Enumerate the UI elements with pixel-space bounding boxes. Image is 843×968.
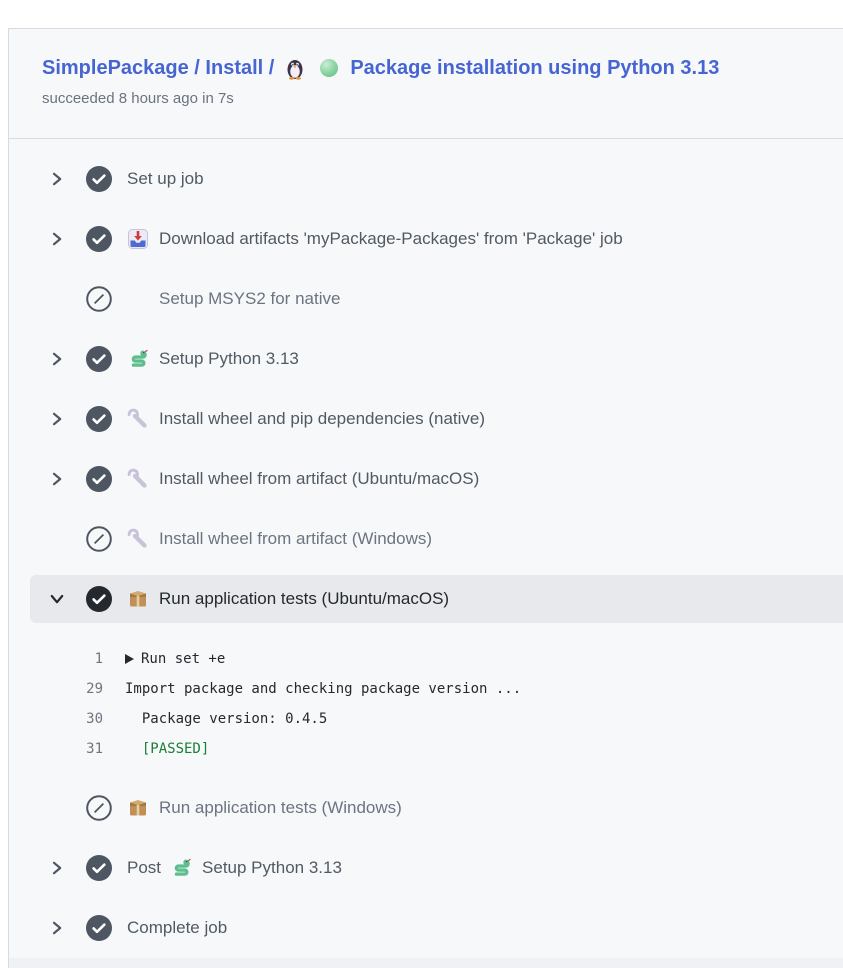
panel-footer: [9, 958, 843, 968]
step-label: Run application tests (Windows): [159, 798, 402, 818]
step-post-setup-python[interactable]: Post Setup Python 3.13: [30, 838, 843, 898]
step-run-app-tests-windows: Run application tests (Windows): [30, 778, 843, 838]
step-label: Install wheel and pip dependencies (nati…: [159, 409, 485, 429]
log-text: Import package and checking package vers…: [125, 681, 521, 697]
chevron-right-icon[interactable]: [48, 350, 66, 368]
penguin-icon: [283, 56, 307, 80]
step-complete-job[interactable]: Complete job: [30, 898, 843, 958]
skipped-circle-icon: [86, 526, 112, 552]
step-label: Setup Python 3.13: [159, 349, 299, 369]
step-install-wheel-artifact-windows: Install wheel from artifact (Windows): [30, 509, 843, 569]
page-title: Package installation using Python 3.13: [350, 54, 719, 82]
job-log-panel: SimplePackage / Install / Package instal…: [8, 28, 843, 968]
step-label: Set up job: [127, 169, 204, 189]
chevron-right-icon[interactable]: [48, 859, 66, 877]
log-text: Package version: 0.4.5: [125, 711, 327, 727]
blue-square-icon: [127, 288, 149, 310]
step-setup-msys2: Setup MSYS2 for native: [30, 269, 843, 329]
step-label: Install wheel from artifact (Ubuntu/macO…: [159, 469, 479, 489]
step-label: Download artifacts 'myPackage-Packages' …: [159, 229, 623, 249]
check-circle-icon: [86, 466, 112, 492]
run-triangle-icon[interactable]: [125, 654, 134, 664]
check-circle-icon: [86, 346, 112, 372]
steps-list: Set up job Download artifacts 'myPackage…: [9, 139, 843, 958]
step-label: Install wheel from artifact (Windows): [159, 529, 432, 549]
chevron-placeholder: [48, 290, 66, 308]
log-line: 30 Package version: 0.4.5: [9, 704, 843, 734]
log-line-number[interactable]: 1: [9, 651, 103, 667]
step-label-prefix: Post: [127, 858, 161, 878]
log-line: 1 Run set +e: [9, 644, 843, 674]
check-circle-icon: [86, 166, 112, 192]
check-circle-icon: [86, 406, 112, 432]
step-label: Setup MSYS2 for native: [159, 289, 340, 309]
breadcrumb[interactable]: SimplePackage / Install /: [42, 54, 274, 82]
step-install-wheel-artifact-unix[interactable]: Install wheel from artifact (Ubuntu/macO…: [30, 449, 843, 509]
chevron-right-icon[interactable]: [48, 170, 66, 188]
job-header: SimplePackage / Install / Package instal…: [9, 29, 843, 139]
python-snake-icon: [127, 348, 149, 370]
step-setup-python[interactable]: Setup Python 3.13: [30, 329, 843, 389]
log-text: Run set +e: [141, 651, 225, 667]
chevron-right-icon[interactable]: [48, 470, 66, 488]
skipped-circle-icon: [86, 286, 112, 312]
green-status-dot: [320, 59, 338, 77]
log-line-number[interactable]: 31: [9, 741, 103, 757]
wrench-icon: [127, 408, 149, 430]
package-icon: [127, 797, 149, 819]
status-summary: succeeded 8 hours ago in 7s: [42, 90, 823, 107]
step-install-wheel-pip-native[interactable]: Install wheel and pip dependencies (nati…: [30, 389, 843, 449]
log-line-number[interactable]: 30: [9, 711, 103, 727]
step-run-app-tests-unix[interactable]: Run application tests (Ubuntu/macOS): [30, 575, 843, 623]
python-snake-icon: [170, 857, 192, 879]
wrench-icon: [127, 528, 149, 550]
chevron-right-icon[interactable]: [48, 919, 66, 937]
log-line: 31 [PASSED]: [9, 734, 843, 764]
step-label: Setup Python 3.13: [202, 858, 342, 878]
check-circle-icon: [86, 915, 112, 941]
check-circle-icon: [86, 855, 112, 881]
skipped-circle-icon: [86, 795, 112, 821]
inbox-tray-icon: [127, 228, 149, 250]
chevron-right-icon[interactable]: [48, 410, 66, 428]
step-download-artifacts[interactable]: Download artifacts 'myPackage-Packages' …: [30, 209, 843, 269]
log-text-passed: [PASSED]: [125, 741, 209, 757]
chevron-right-icon[interactable]: [48, 230, 66, 248]
chevron-down-icon[interactable]: [48, 590, 66, 608]
wrench-icon: [127, 468, 149, 490]
step-log-output: 1 Run set +e 29 Import package and check…: [9, 644, 843, 764]
job-title-row: SimplePackage / Install / Package instal…: [42, 54, 823, 82]
check-circle-icon: [86, 226, 112, 252]
chevron-placeholder: [48, 799, 66, 817]
step-label: Run application tests (Ubuntu/macOS): [159, 589, 449, 609]
log-line-number[interactable]: 29: [9, 681, 103, 697]
step-label: Complete job: [127, 918, 227, 938]
log-line: 29 Import package and checking package v…: [9, 674, 843, 704]
package-icon: [127, 588, 149, 610]
chevron-placeholder: [48, 530, 66, 548]
step-set-up-job[interactable]: Set up job: [30, 149, 843, 209]
check-circle-icon: [86, 586, 112, 612]
